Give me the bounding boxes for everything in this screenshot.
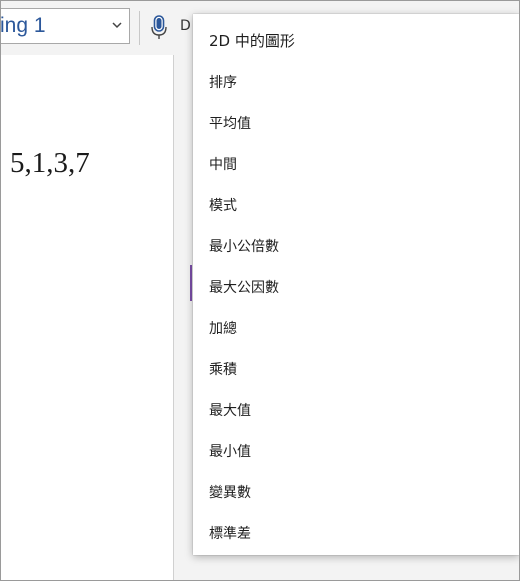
menu-item-label: 最小公倍數 <box>209 238 279 255</box>
document-text: 5,1,3,7 <box>10 147 90 179</box>
page-border <box>173 55 174 580</box>
menu-item-mean[interactable]: 平均值 <box>193 102 519 143</box>
menu-item-std-dev[interactable]: 標準差 <box>193 512 519 553</box>
style-dropdown-value: ing 1 <box>0 14 46 37</box>
menu-item-label: 變異數 <box>209 484 251 501</box>
menu-item-label: 加總 <box>209 320 237 337</box>
dictate-button-label[interactable]: D <box>180 18 191 34</box>
style-dropdown[interactable]: ing 1 <box>0 8 130 44</box>
menu-item-variance[interactable]: 變異數 <box>193 471 519 512</box>
menu-item-2d-graph[interactable]: 2D 中的圖形 <box>193 20 519 61</box>
menu-item-label: 乘積 <box>209 361 237 378</box>
document-page[interactable]: 5,1,3,7 <box>1 55 173 580</box>
menu-item-max[interactable]: 最大值 <box>193 389 519 430</box>
math-actions-menu: 2D 中的圖形 排序 平均值 中間 模式 最小公倍數 最大公因數 加總 乘積 最… <box>193 14 519 555</box>
menu-item-label: 模式 <box>209 197 237 214</box>
menu-item-min[interactable]: 最小值 <box>193 430 519 471</box>
word-window: ing 1 D 5,1,3,7 2D 中的圖形 排序 平均值 中間 模式 最小公… <box>0 0 520 581</box>
menu-item-label: 最大公因數 <box>209 279 279 296</box>
ribbon-separator <box>139 11 140 45</box>
menu-item-sum[interactable]: 加總 <box>193 307 519 348</box>
menu-item-product[interactable]: 乘積 <box>193 348 519 389</box>
menu-item-median[interactable]: 中間 <box>193 143 519 184</box>
menu-item-label: 標準差 <box>209 525 251 542</box>
menu-item-gcd[interactable]: 最大公因數 <box>193 266 519 307</box>
menu-item-label: 最大值 <box>209 402 251 419</box>
menu-item-lcm[interactable]: 最小公倍數 <box>193 225 519 266</box>
menu-item-label: 中間 <box>209 156 237 173</box>
menu-item-mode[interactable]: 模式 <box>193 184 519 225</box>
menu-item-label: 2D 中的圖形 <box>209 32 295 50</box>
menu-item-label: 平均值 <box>209 115 251 132</box>
menu-item-label: 排序 <box>209 74 237 91</box>
chevron-down-icon[interactable] <box>111 19 123 31</box>
menu-item-sort[interactable]: 排序 <box>193 61 519 102</box>
selection-marker <box>190 265 192 301</box>
menu-item-label: 最小值 <box>209 443 251 460</box>
microphone-icon[interactable] <box>149 15 169 41</box>
